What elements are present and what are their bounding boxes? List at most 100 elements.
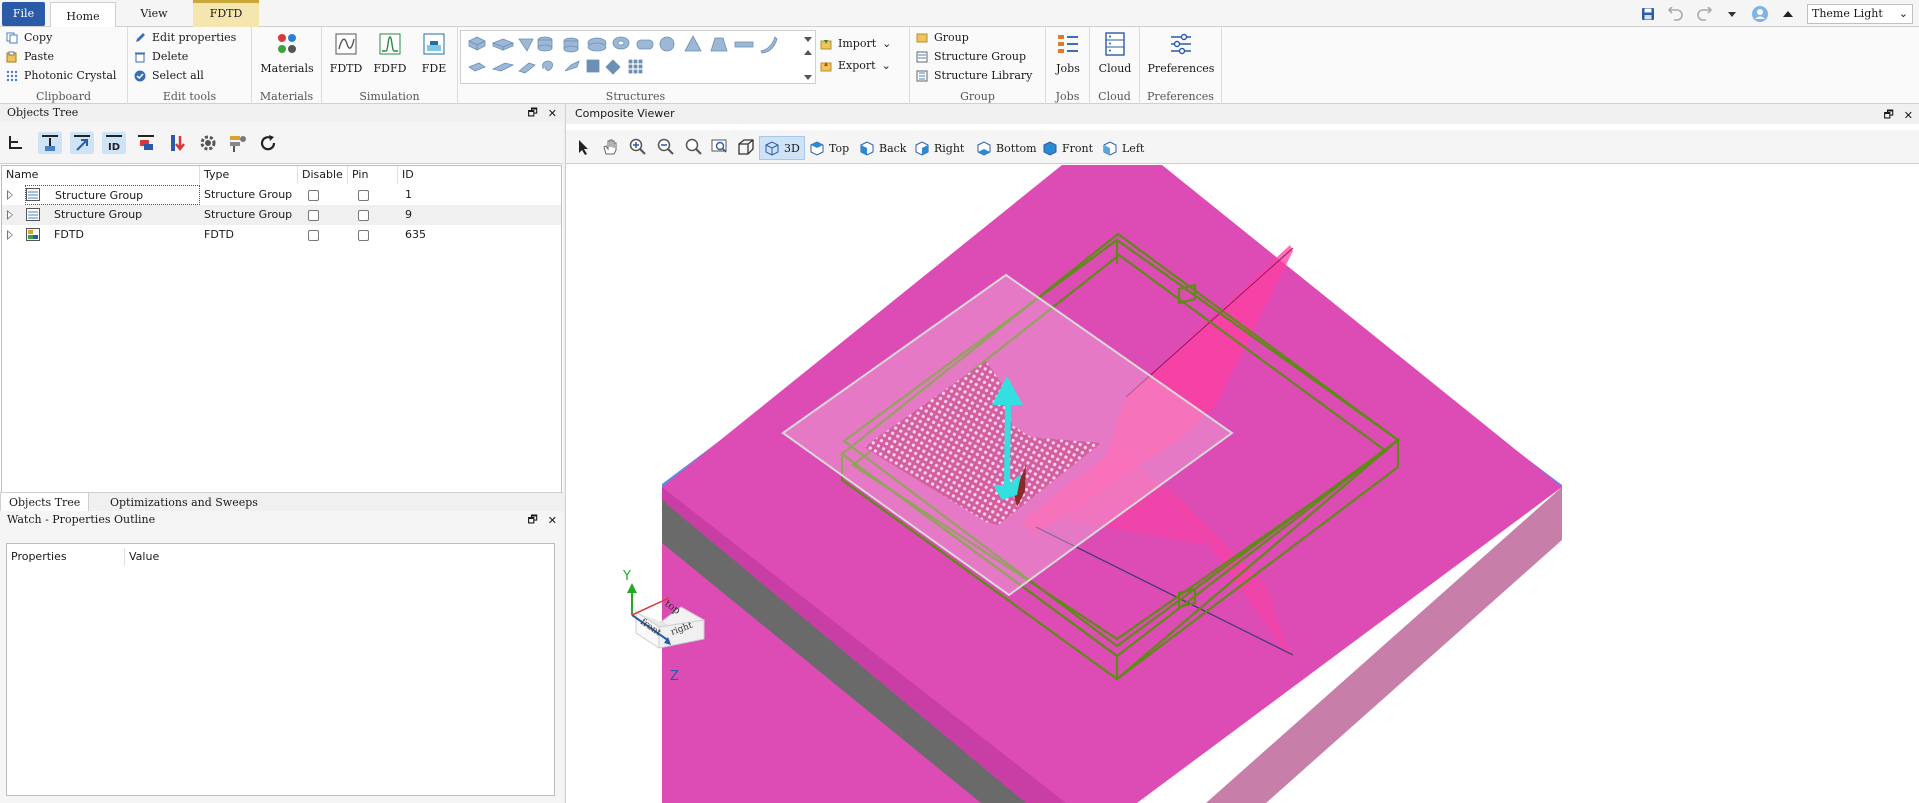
close-icon[interactable]: ✕ (548, 514, 557, 527)
perspective-icon[interactable] (736, 137, 756, 157)
redo-icon[interactable] (1695, 5, 1713, 23)
photonic-crystal-button[interactable]: Photonic Crystal (6, 67, 116, 85)
column-header-disable[interactable]: Disable (298, 166, 348, 184)
refresh-icon[interactable] (256, 132, 280, 154)
tab-optimizations-sweeps[interactable]: Optimizations and Sweeps (102, 493, 266, 512)
insert-above-icon[interactable] (38, 132, 62, 154)
zoom-out-icon[interactable] (656, 137, 676, 157)
float-panel-icon[interactable]: 🗗 (1883, 106, 1893, 125)
column-header-name[interactable]: Name (2, 166, 200, 184)
pin-checkbox[interactable] (358, 210, 369, 221)
float-panel-icon[interactable]: 🗗 (527, 104, 537, 123)
grid-structure-icon[interactable] (628, 59, 643, 74)
tab-fdtd[interactable]: FDTD (193, 0, 259, 27)
column-header-pin[interactable]: Pin (348, 166, 398, 184)
disable-checkbox[interactable] (308, 190, 319, 201)
close-icon[interactable]: ✕ (548, 107, 557, 120)
tab-view[interactable]: View (121, 0, 187, 27)
export-button[interactable]: Export ⌄ (820, 57, 891, 75)
view-3d-button[interactable]: 3D (759, 136, 805, 160)
view-bottom-button[interactable]: Bottom (972, 136, 1041, 160)
column-header-id[interactable]: ID (398, 166, 563, 184)
user-avatar-icon[interactable] (1751, 5, 1769, 23)
filter-settings-icon[interactable] (226, 132, 250, 154)
disk-structure-icon[interactable] (587, 37, 607, 52)
diamond-structure-icon[interactable] (605, 59, 621, 75)
zoom-extent-icon[interactable] (684, 137, 704, 157)
materials-button[interactable]: Materials (257, 31, 317, 75)
theme-select[interactable]: Theme Light ⌄ (1807, 3, 1913, 24)
pan-hand-icon[interactable] (600, 137, 620, 157)
bend-structure-icon[interactable] (564, 60, 580, 72)
import-button[interactable]: Import ⌄ (820, 35, 891, 53)
gallery-scroll-icon[interactable] (804, 37, 812, 80)
collapse-ribbon-icon[interactable] (1779, 5, 1797, 23)
rectangle-structure-icon[interactable] (468, 36, 486, 51)
fde-button[interactable]: FDE (414, 31, 454, 75)
group-button[interactable]: Group (916, 29, 969, 47)
pin-checkbox[interactable] (358, 230, 369, 241)
float-panel-icon[interactable]: 🗗 (527, 511, 537, 530)
undo-icon[interactable] (1667, 5, 1685, 23)
structure-group-button[interactable]: Structure Group (916, 48, 1026, 66)
pointer-icon[interactable] (574, 137, 594, 157)
column-header-value[interactable]: Value (125, 548, 425, 566)
gear-icon[interactable] (196, 132, 220, 154)
view-front-button[interactable]: Front (1038, 136, 1097, 160)
taper-structure-icon[interactable] (518, 62, 536, 74)
close-icon[interactable]: ✕ (1904, 109, 1913, 122)
tab-home[interactable]: Home (50, 2, 116, 28)
expand-arrow-icon[interactable] (7, 210, 13, 220)
table-row[interactable]: Structure Group Structure Group 1 (2, 185, 561, 205)
edit-properties-button[interactable]: Edit properties (134, 29, 236, 47)
cylinder-structure-icon[interactable] (537, 36, 553, 52)
view-right-button[interactable]: Right (910, 136, 968, 160)
disable-checkbox[interactable] (308, 230, 319, 241)
move-into-icon[interactable] (70, 132, 94, 154)
3d-scene-canvas[interactable]: Y Z top front right (566, 165, 1919, 803)
view-top-button[interactable]: Top (805, 136, 853, 160)
pill-structure-icon[interactable] (636, 39, 654, 50)
view-left-button[interactable]: Left (1098, 136, 1148, 160)
waveguide-structure-icon[interactable] (734, 41, 754, 48)
insert-below-icon[interactable] (134, 132, 158, 154)
table-row[interactable]: Structure Group Structure Group 9 (2, 205, 561, 225)
select-all-button[interactable]: Select all (134, 67, 204, 85)
structure-library-button[interactable]: Structure Library (916, 67, 1032, 85)
wedge-structure-icon[interactable] (518, 38, 534, 52)
save-icon[interactable] (1639, 5, 1657, 23)
cloud-button[interactable]: Cloud (1095, 31, 1135, 75)
zoom-in-icon[interactable] (628, 137, 648, 157)
bent-slab-icon[interactable] (491, 62, 515, 72)
column-header-type[interactable]: Type (200, 166, 298, 184)
frustum-structure-icon[interactable] (710, 37, 728, 52)
square-structure-icon[interactable] (586, 59, 600, 73)
expand-arrow-icon[interactable] (7, 190, 13, 200)
paste-button[interactable]: Paste (6, 48, 54, 66)
tab-file[interactable]: File (2, 2, 45, 26)
zoom-window-icon[interactable] (710, 137, 730, 157)
copy-button[interactable]: Copy (6, 29, 52, 47)
jobs-button[interactable]: Jobs (1048, 31, 1088, 75)
delete-button[interactable]: Delete (134, 48, 188, 66)
table-row[interactable]: FDTD FDTD 635 (2, 225, 561, 245)
fdfd-button[interactable]: FDFD (370, 31, 410, 75)
slab-structure-icon[interactable] (491, 38, 515, 51)
view-back-button[interactable]: Back (855, 136, 910, 160)
sphere-structure-icon[interactable] (659, 36, 675, 52)
pin-checkbox[interactable] (358, 190, 369, 201)
tree-collapse-icon[interactable] (4, 132, 28, 154)
insert-id-icon[interactable]: ID (102, 132, 126, 154)
polygon-structure-icon[interactable] (468, 62, 486, 72)
move-down-icon[interactable] (168, 132, 192, 154)
customize-dropdown-icon[interactable] (1723, 5, 1741, 23)
expand-arrow-icon[interactable] (7, 230, 13, 240)
disable-checkbox[interactable] (308, 210, 319, 221)
column-header-properties[interactable]: Properties (7, 548, 125, 566)
fdtd-button[interactable]: FDTD (326, 31, 366, 75)
pyramid-structure-icon[interactable] (684, 35, 702, 52)
ring-structure-icon[interactable] (612, 36, 630, 50)
arc-structure-icon[interactable] (760, 36, 778, 54)
tab-objects-tree[interactable]: Objects Tree (0, 493, 90, 512)
ellipsoid-cylinder-icon[interactable] (563, 37, 579, 53)
